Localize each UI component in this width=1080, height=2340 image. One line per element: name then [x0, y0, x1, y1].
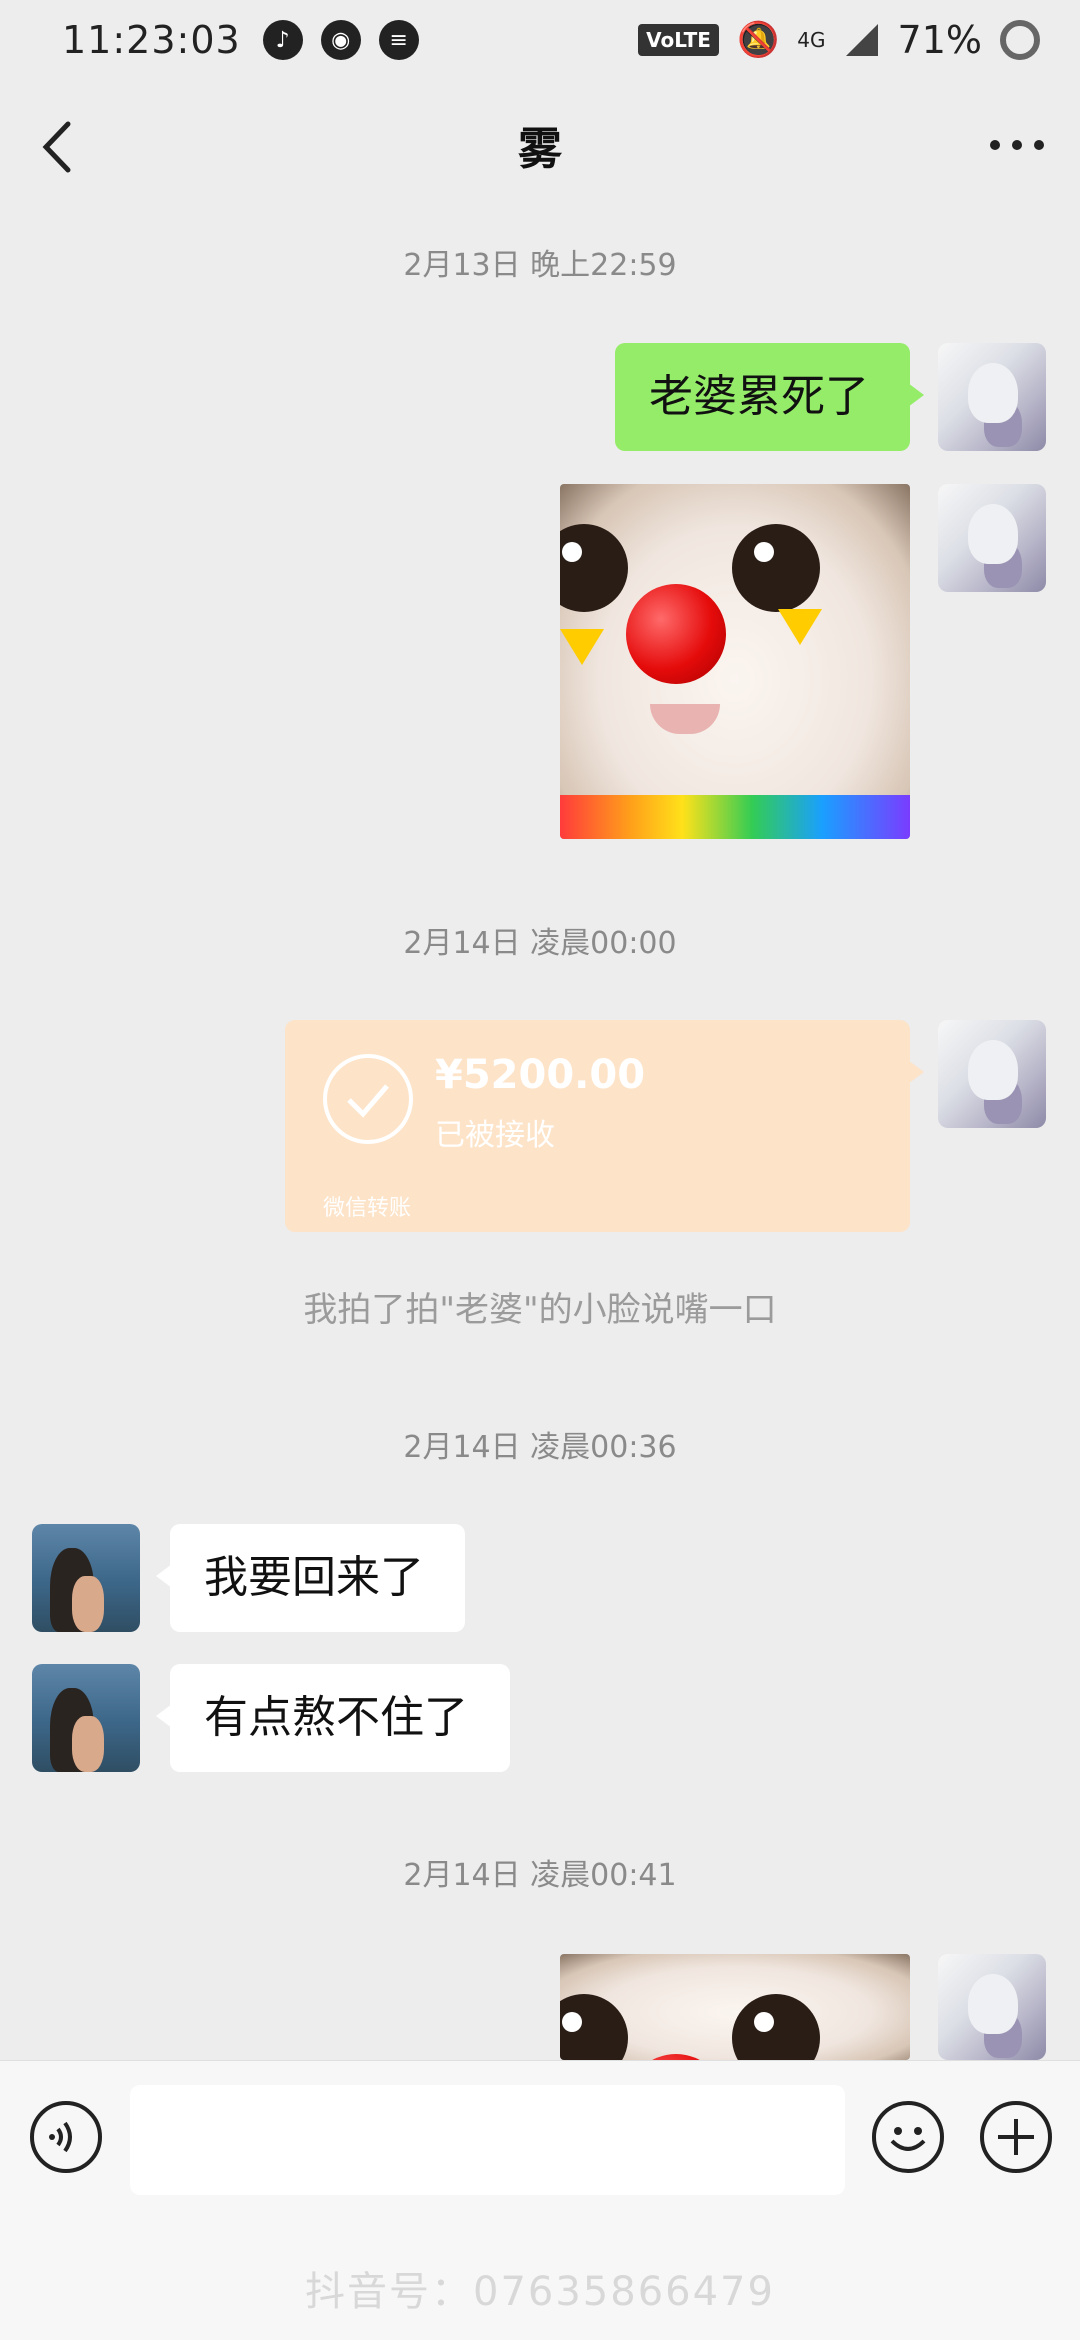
sticker-image[interactable]	[560, 1954, 910, 2060]
battery-icon	[1000, 20, 1040, 60]
message-notification-icon: ≡	[378, 20, 419, 60]
network-label: 4G	[797, 28, 826, 52]
avatar-self[interactable]	[938, 1954, 1046, 2060]
status-bar: 11:23:03 ♪ ◉ ≡ VoLTE 🔕 4G 71%	[0, 0, 1080, 80]
voice-input-icon[interactable]	[30, 2101, 102, 2173]
avatar-self[interactable]	[938, 343, 1046, 451]
sticker-decoration	[560, 629, 604, 665]
message-bubble-incoming[interactable]: 我要回来了	[156, 1524, 465, 1632]
transfer-amount: ¥5200.00	[435, 1052, 646, 1098]
avatar-contact[interactable]	[32, 1664, 140, 1772]
money-transfer-card[interactable]: ¥5200.00 已被接收 微信转账	[285, 1020, 924, 1232]
status-time: 11:23:03	[62, 18, 241, 62]
avatar-contact[interactable]	[32, 1524, 140, 1632]
message-bubble-outgoing[interactable]: 老婆累死了	[615, 343, 924, 451]
sticker-decoration	[778, 609, 822, 645]
back-arrow-icon[interactable]	[38, 120, 78, 174]
sticker-cat-eye	[732, 524, 820, 612]
avatar-self[interactable]	[938, 484, 1046, 592]
timestamp: 2月14日 凌晨00:41	[403, 1858, 677, 1893]
more-options-icon[interactable]	[990, 140, 1044, 150]
sticker-cat-mouth	[650, 704, 720, 734]
add-attachment-icon[interactable]	[980, 2101, 1052, 2173]
chat-input-bar: 抖音号：07635866479	[0, 2060, 1080, 2340]
sticker-cat-eye	[560, 1994, 628, 2060]
tiktok-icon: ♪	[262, 20, 303, 60]
timestamp: 2月13日 晚上22:59	[403, 248, 677, 283]
emoji-icon[interactable]	[872, 2101, 944, 2173]
signal-icon	[845, 24, 878, 56]
chat-header: 雾	[0, 90, 1080, 200]
pat-system-message: 我拍了拍"老婆"的小脸说嘴一口	[303, 1290, 777, 1330]
message-input[interactable]	[130, 2085, 845, 2195]
message-text: 老婆累死了	[649, 371, 869, 422]
avatar-self[interactable]	[938, 1020, 1046, 1128]
message-text: 有点熬不住了	[204, 1692, 468, 1743]
transfer-status: 已被接收	[435, 1118, 555, 1153]
sticker-clown-nose	[626, 584, 726, 684]
location-icon: ◉	[320, 20, 361, 60]
sticker-image[interactable]	[560, 484, 910, 839]
watermark-text: 抖音号：07635866479	[305, 2269, 775, 2315]
message-bubble-incoming[interactable]: 有点熬不住了	[156, 1664, 510, 1772]
transfer-footer: 微信转账	[323, 1196, 412, 1221]
checkmark-icon	[323, 1054, 413, 1144]
sticker-rainbow	[560, 795, 910, 839]
timestamp: 2月14日 凌晨00:00	[403, 926, 677, 961]
mute-icon: 🔕	[736, 20, 780, 60]
battery-percent: 71%	[897, 18, 982, 62]
timestamp: 2月14日 凌晨00:36	[403, 1430, 677, 1465]
sticker-cat-eye	[560, 524, 628, 612]
chat-title: 雾	[518, 124, 562, 175]
message-text: 我要回来了	[204, 1552, 424, 1603]
sticker-cat-eye	[732, 1994, 820, 2060]
volte-badge: VoLTE	[638, 24, 719, 56]
